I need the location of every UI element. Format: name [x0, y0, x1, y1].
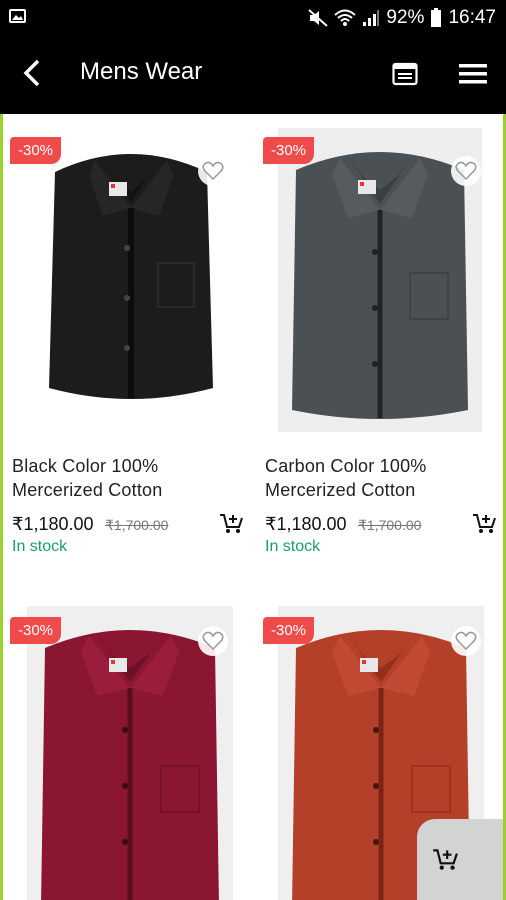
product-name[interactable]: Black Color 100% Mercerized Cotton [12, 454, 242, 502]
page-title: Mens Wear [80, 58, 203, 85]
clock: 16:47 [448, 7, 496, 28]
add-to-cart-button[interactable] [471, 510, 497, 536]
status-icons: 92% 16:47 [308, 6, 496, 30]
discount-badge: -30% [263, 617, 315, 644]
catalog-icon [392, 62, 418, 86]
discount-badge: -30% [10, 137, 62, 164]
stock-status: In stock [12, 538, 68, 555]
menu-button[interactable] [458, 62, 488, 86]
floating-cart-button[interactable] [417, 819, 503, 900]
gallery-icon [9, 9, 26, 23]
stock-status: In stock [265, 538, 321, 555]
product-grid: -30% Black Color 100% Mercerized Cotton … [0, 114, 506, 900]
product-price: ₹1,180.00 [265, 514, 347, 534]
add-cart-icon [433, 849, 458, 870]
signal-icon [363, 10, 380, 26]
heart-icon [202, 631, 224, 651]
back-arrow-icon [23, 59, 40, 87]
product-card[interactable]: -30% Carbon Color 100% Mercerized Cotton… [258, 124, 498, 564]
product-card[interactable]: -30% [5, 604, 245, 900]
heart-icon [202, 161, 224, 181]
product-price: ₹1,180.00 [12, 514, 94, 534]
battery-percent: 92% [386, 7, 425, 28]
discount-badge: -30% [10, 617, 62, 644]
wishlist-button[interactable] [451, 156, 481, 186]
add-to-cart-button[interactable] [218, 510, 244, 536]
wishlist-button[interactable] [198, 626, 228, 656]
catalog-view-button[interactable] [392, 62, 418, 86]
add-cart-icon [220, 514, 243, 533]
back-button[interactable] [16, 56, 50, 90]
app-bar: Mens Wear [0, 36, 506, 114]
original-price: ₹1,700.00 [358, 517, 422, 533]
wifi-icon [334, 9, 357, 26]
product-card[interactable]: -30% Black Color 100% Mercerized Cotton … [5, 124, 245, 564]
product-image[interactable]: -30% [258, 124, 498, 442]
original-price: ₹1,700.00 [105, 517, 169, 533]
product-image[interactable]: -30% [5, 124, 245, 442]
product-image[interactable]: -30% [5, 604, 245, 900]
discount-badge: -30% [263, 137, 315, 164]
status-bar: 92% 16:47 [0, 0, 506, 36]
shirt-image [49, 154, 213, 399]
heart-icon [455, 631, 477, 651]
wishlist-button[interactable] [198, 156, 228, 186]
product-name[interactable]: Carbon Color 100% Mercerized Cotton [265, 454, 495, 502]
wishlist-button[interactable] [451, 626, 481, 656]
add-cart-icon [473, 514, 496, 533]
battery-icon [431, 8, 442, 27]
mute-icon [308, 9, 329, 27]
hamburger-menu-icon [459, 64, 487, 84]
heart-icon [455, 161, 477, 181]
